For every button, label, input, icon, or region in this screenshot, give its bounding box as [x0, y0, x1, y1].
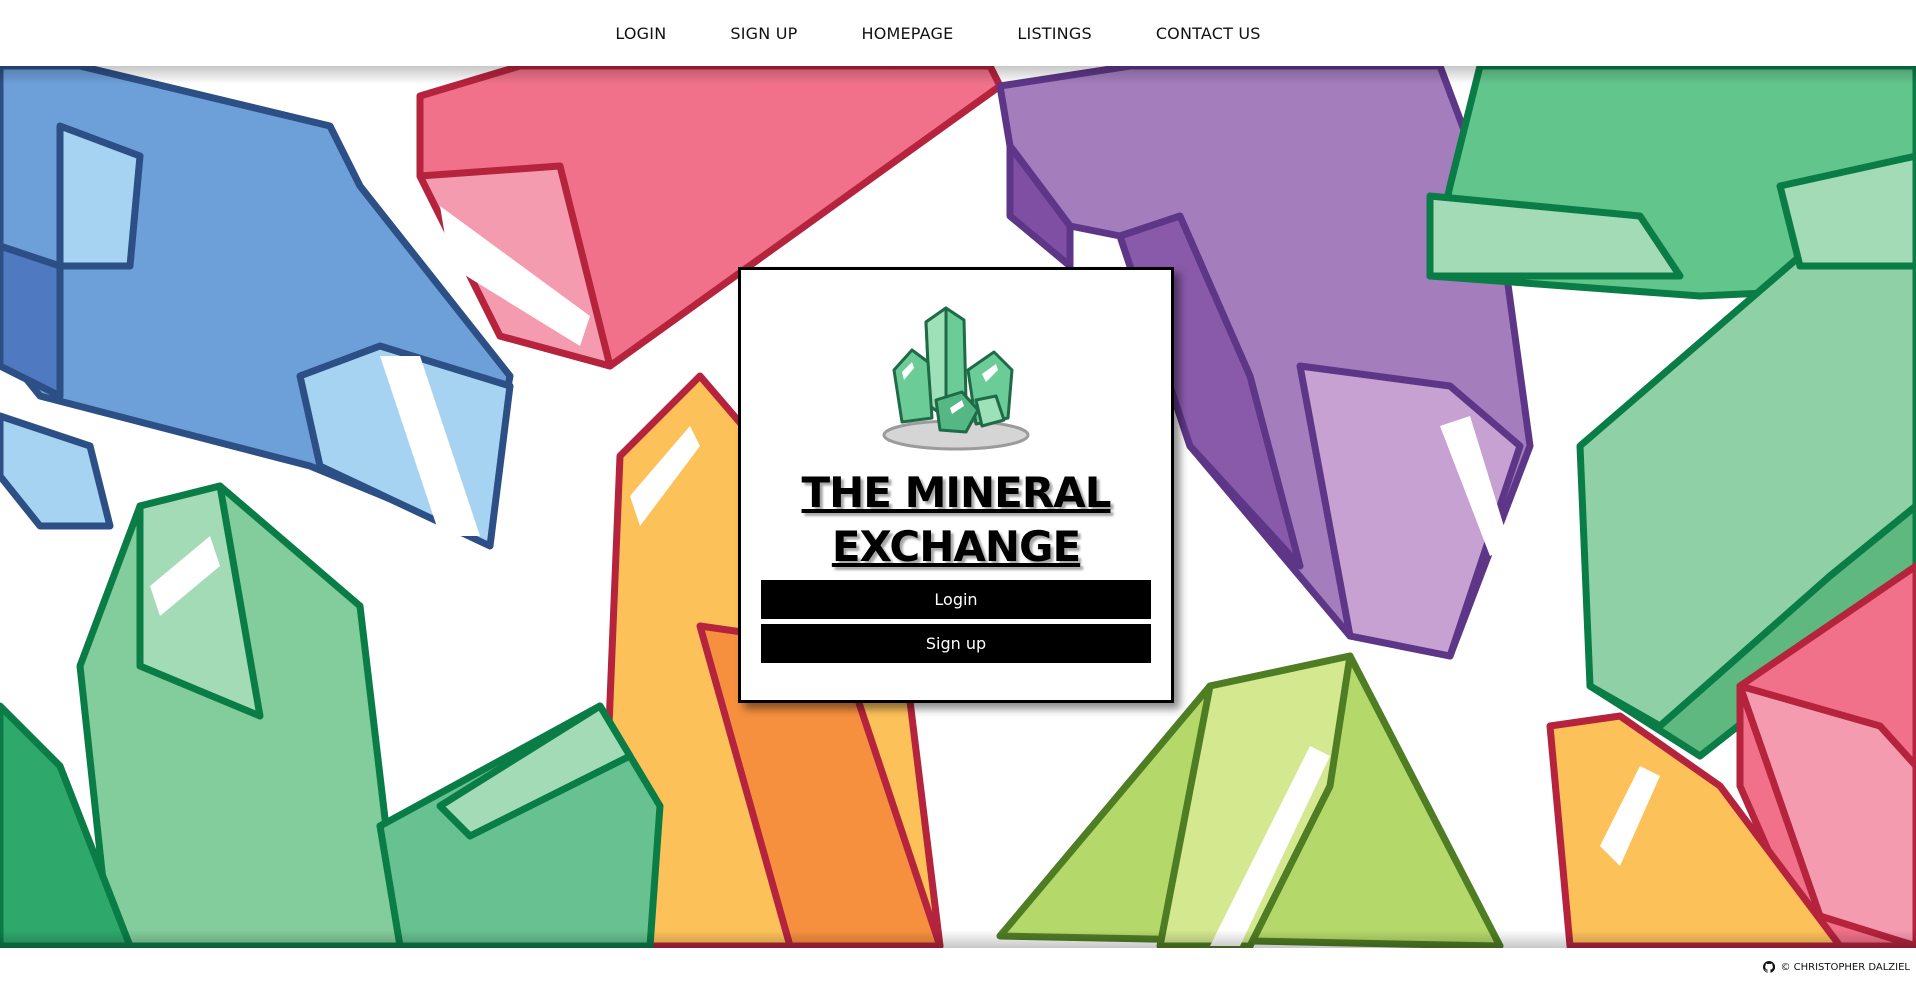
nav-login-link[interactable]: LOGIN	[583, 24, 698, 43]
welcome-card: THE MINERAL EXCHANGE Login Sign up	[738, 267, 1174, 703]
site-title-line1: THE MINERAL	[801, 468, 1112, 517]
nav-signup-link[interactable]: SIGN UP	[698, 24, 829, 43]
hero-bottom-shadow	[0, 930, 1916, 948]
github-icon[interactable]	[1763, 961, 1776, 973]
login-button[interactable]: Login	[761, 580, 1151, 619]
site-title: THE MINERAL EXCHANGE	[756, 466, 1156, 574]
signup-button[interactable]: Sign up	[761, 624, 1151, 663]
nav-contact-link[interactable]: CONTACT US	[1124, 24, 1293, 43]
nav-links: LOGIN SIGN UP HOMEPAGE LISTINGS CONTACT …	[583, 24, 1292, 43]
footer-credit-text: © CHRISTOPHER DALZIEL	[1780, 961, 1910, 973]
green-crystal-cluster-icon	[882, 306, 1030, 451]
top-navigation: LOGIN SIGN UP HOMEPAGE LISTINGS CONTACT …	[0, 0, 1916, 66]
nav-listings-link[interactable]: LISTINGS	[985, 24, 1123, 43]
hero-top-shadow	[0, 66, 1916, 84]
footer: © CHRISTOPHER DALZIEL	[0, 948, 1916, 998]
site-title-line2: EXCHANGE	[831, 522, 1081, 571]
nav-homepage-link[interactable]: HOMEPAGE	[829, 24, 985, 43]
footer-credit: © CHRISTOPHER DALZIEL	[1763, 961, 1910, 973]
